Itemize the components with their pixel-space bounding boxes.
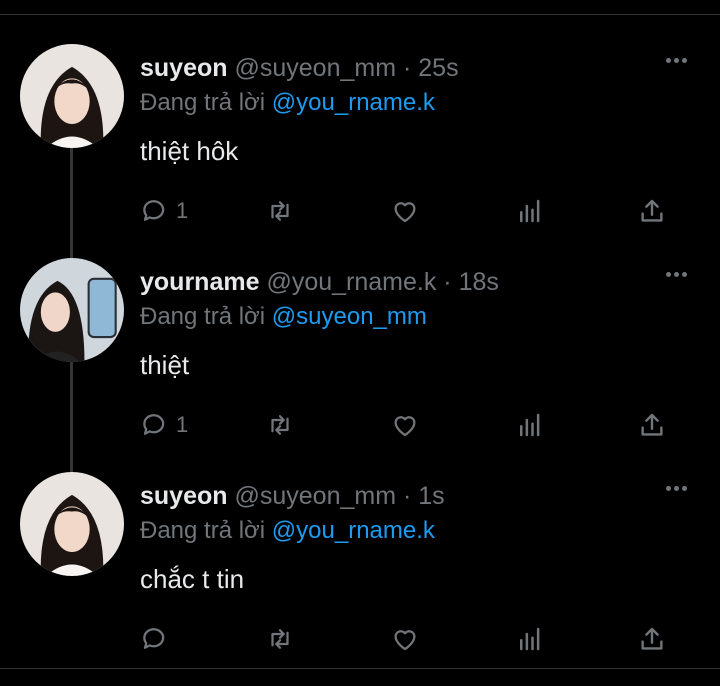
more-icon[interactable]: [662, 478, 690, 498]
share-button[interactable]: [637, 622, 667, 656]
display-name[interactable]: yourname: [140, 268, 259, 296]
like-button[interactable]: [390, 194, 420, 228]
share-icon: [641, 199, 663, 222]
bottom-divider: [0, 668, 720, 669]
mention-link[interactable]: @you_rname.k: [272, 89, 435, 116]
avatar[interactable]: [20, 258, 124, 362]
views-button[interactable]: [515, 622, 545, 656]
tweet-header: yourname @you_rname.k · 18s: [140, 268, 499, 297]
retweet-icon: [271, 415, 289, 435]
user-handle[interactable]: @suyeon_mm: [234, 482, 396, 510]
views-icon: [520, 199, 540, 223]
avatar[interactable]: [20, 472, 124, 576]
reply-button[interactable]: 1: [140, 408, 188, 442]
views-button[interactable]: [515, 194, 545, 228]
reply-icon: [143, 200, 165, 221]
reply-button[interactable]: [140, 622, 176, 656]
share-icon: [641, 413, 663, 436]
reply-prefix: Đang trả lời: [140, 517, 266, 544]
reply-count: 1: [176, 198, 189, 223]
more-icon[interactable]: [662, 50, 690, 70]
tweet-text: thiệt hôk: [140, 136, 239, 166]
tweet-actions: [140, 622, 680, 658]
retweet-button[interactable]: [265, 194, 295, 228]
replying-to: Đang trả lời @suyeon_mm: [140, 303, 427, 331]
avatar-photo-icon: [20, 258, 124, 362]
reply-prefix: Đang trả lời: [140, 89, 266, 116]
user-handle[interactable]: @suyeon_mm: [234, 54, 396, 82]
share-icon: [641, 627, 663, 650]
reply-icon: [143, 414, 165, 435]
reply-count: 1: [176, 412, 189, 437]
share-button[interactable]: [637, 194, 667, 228]
retweet-icon: [271, 629, 289, 649]
display-name[interactable]: suyeon: [140, 54, 228, 82]
views-button[interactable]: [515, 408, 545, 442]
tweet[interactable]: suyeon @suyeon_mm · 1s Đang trả lời @you…: [0, 444, 720, 658]
like-icon: [394, 202, 416, 223]
tweet[interactable]: suyeon @suyeon_mm · 25s Đang trả lời @yo…: [0, 16, 720, 230]
user-handle[interactable]: @you_rname.k: [266, 268, 436, 296]
more-icon[interactable]: [662, 264, 690, 284]
like-button[interactable]: [390, 622, 420, 656]
avatar-photo-icon: [20, 472, 124, 576]
retweet-button[interactable]: [265, 622, 295, 656]
timestamp[interactable]: 1s: [418, 482, 444, 510]
separator-dot: ·: [403, 54, 412, 82]
like-icon: [394, 416, 416, 437]
timestamp[interactable]: 18s: [459, 268, 499, 296]
tweet-text: thiệt: [140, 350, 190, 380]
top-divider: [0, 14, 720, 15]
retweet-icon: [271, 201, 289, 221]
tweet[interactable]: yourname @you_rname.k · 18s Đang trả lời…: [0, 230, 720, 444]
retweet-button[interactable]: [265, 408, 295, 442]
views-icon: [520, 627, 540, 651]
avatar-photo-icon: [20, 44, 124, 148]
replying-to: Đang trả lời @you_rname.k: [140, 89, 435, 117]
tweet-header: suyeon @suyeon_mm · 25s: [140, 54, 459, 83]
separator-dot: ·: [443, 268, 452, 296]
tweet-actions: 1: [140, 194, 680, 230]
mention-link[interactable]: @you_rname.k: [272, 517, 435, 544]
reply-icon: [143, 628, 165, 649]
mention-link[interactable]: @suyeon_mm: [272, 303, 427, 330]
avatar[interactable]: [20, 44, 124, 148]
tweet-text: chắc t tin: [140, 564, 245, 594]
tweet-actions: 1: [140, 408, 680, 444]
reply-prefix: Đang trả lời: [140, 303, 266, 330]
timestamp[interactable]: 25s: [418, 54, 458, 82]
views-icon: [520, 413, 540, 437]
like-icon: [394, 630, 416, 651]
tweet-header: suyeon @suyeon_mm · 1s: [140, 482, 445, 511]
display-name[interactable]: suyeon: [140, 482, 228, 510]
reply-button[interactable]: 1: [140, 194, 188, 228]
replying-to: Đang trả lời @you_rname.k: [140, 517, 435, 545]
separator-dot: ·: [403, 482, 412, 510]
like-button[interactable]: [390, 408, 420, 442]
share-button[interactable]: [637, 408, 667, 442]
